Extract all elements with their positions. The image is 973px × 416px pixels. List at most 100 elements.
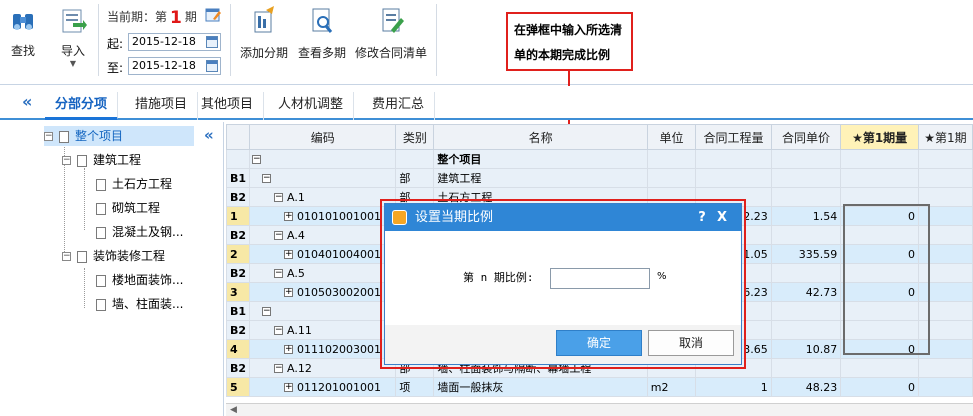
- column-header[interactable]: 单位: [646, 124, 697, 150]
- tree-node-concrete[interactable]: 混凝土及钢...: [96, 222, 183, 242]
- tree-node-masonry[interactable]: 砌筑工程: [96, 198, 160, 218]
- cell-contract-price[interactable]: [770, 301, 842, 321]
- cell-code[interactable]: −: [249, 168, 397, 188]
- cell-contract-price[interactable]: 10.87: [770, 339, 842, 359]
- cell-type[interactable]: 项: [395, 377, 435, 397]
- help-icon[interactable]: ?: [695, 204, 709, 231]
- cell-code[interactable]: +011201001001: [249, 377, 397, 397]
- cell-contract-price[interactable]: [770, 149, 842, 169]
- column-header[interactable]: 类别: [395, 124, 435, 150]
- cell-code[interactable]: − A.5: [249, 263, 397, 283]
- collapse-icon[interactable]: −: [44, 132, 53, 141]
- tree-node-earth[interactable]: 土石方工程: [96, 174, 172, 194]
- row-number[interactable]: 5: [226, 377, 251, 397]
- cell-code[interactable]: − A.4: [249, 225, 397, 245]
- collapse-icon[interactable]: −: [274, 193, 284, 202]
- cell-period1[interactable]: [917, 244, 973, 264]
- cell-period1-qty[interactable]: [840, 168, 919, 188]
- collapse-icon[interactable]: −: [274, 364, 284, 373]
- table-row[interactable]: 5 +011201001001 项墙面一般抹灰 m2 1 48.23 0: [226, 377, 973, 397]
- cell-unit[interactable]: m2: [646, 377, 697, 397]
- cell-period1[interactable]: [917, 301, 973, 321]
- cell-period1[interactable]: [917, 358, 973, 378]
- cell-contract-price[interactable]: [770, 187, 842, 207]
- cell-period1-qty[interactable]: [840, 320, 919, 340]
- cell-contract-qty[interactable]: [695, 168, 772, 188]
- tab-other[interactable]: 其他项目: [191, 92, 265, 120]
- cell-period1[interactable]: [917, 377, 973, 397]
- cell-contract-price[interactable]: [770, 168, 842, 188]
- cell-period1-qty[interactable]: 0: [840, 206, 919, 226]
- cell-period1-qty[interactable]: 0: [840, 377, 919, 397]
- expand-icon[interactable]: +: [284, 383, 294, 392]
- cell-period1-qty[interactable]: [840, 358, 919, 378]
- cell-contract-price[interactable]: 48.23: [770, 377, 842, 397]
- calendar-icon[interactable]: [206, 60, 218, 72]
- expand-icon[interactable]: +: [284, 250, 294, 259]
- expand-icon[interactable]: +: [284, 345, 294, 354]
- cell-period1-qty[interactable]: [840, 263, 919, 283]
- column-header[interactable]: 合同工程量: [695, 124, 772, 150]
- cell-name[interactable]: 整个项目: [433, 149, 648, 169]
- collapse-icon[interactable]: −: [62, 252, 71, 261]
- cell-period1-qty[interactable]: [840, 149, 919, 169]
- cell-code[interactable]: − A.12: [249, 358, 397, 378]
- cell-name[interactable]: 建筑工程: [433, 168, 648, 188]
- cell-unit[interactable]: [646, 168, 697, 188]
- add-period-button[interactable]: 添加分期: [236, 6, 292, 61]
- table-row[interactable]: B1 − 部 建筑工程: [226, 168, 973, 188]
- cell-code[interactable]: +010503002001: [249, 282, 397, 302]
- period-edit-icon[interactable]: [205, 6, 221, 22]
- cell-contract-price[interactable]: 42.73: [770, 282, 842, 302]
- table-row[interactable]: − 整个项目: [226, 149, 973, 169]
- double-chevron-left-icon[interactable]: «: [204, 126, 214, 144]
- cell-contract-price[interactable]: [770, 358, 842, 378]
- collapse-icon[interactable]: −: [262, 174, 272, 183]
- scroll-left-icon[interactable]: ◀: [230, 405, 237, 415]
- edit-contract-list-button[interactable]: 修改合同清单: [352, 6, 430, 61]
- cell-period1[interactable]: [917, 282, 973, 302]
- cell-period1[interactable]: [917, 187, 973, 207]
- cell-period1[interactable]: [917, 320, 973, 340]
- collapse-icon[interactable]: −: [262, 307, 272, 316]
- collapse-icon[interactable]: −: [62, 156, 71, 165]
- row-number[interactable]: [226, 149, 251, 169]
- cell-contract-price[interactable]: 335.59: [770, 244, 842, 264]
- row-number[interactable]: B1: [226, 168, 251, 188]
- row-number[interactable]: B2: [226, 320, 251, 340]
- tab-items[interactable]: 分部分项: [45, 92, 119, 120]
- horizontal-scrollbar[interactable]: ◀: [226, 403, 973, 416]
- expand-icon[interactable]: +: [284, 288, 294, 297]
- calendar-icon[interactable]: [206, 36, 218, 48]
- tree-node-floor[interactable]: 楼地面装饰...: [96, 270, 183, 290]
- row-number[interactable]: B2: [226, 358, 251, 378]
- tree-node-wall[interactable]: 墙、柱面装...: [96, 294, 183, 314]
- cell-period1[interactable]: [917, 339, 973, 359]
- cell-contract-price[interactable]: 1.54: [770, 206, 842, 226]
- cell-period1-qty[interactable]: [840, 301, 919, 321]
- cell-code[interactable]: −: [249, 149, 397, 169]
- cell-contract-price[interactable]: [770, 320, 842, 340]
- cancel-button[interactable]: 取消: [648, 330, 734, 356]
- cell-period1[interactable]: [917, 168, 973, 188]
- column-header-period1[interactable]: ★第1期: [917, 124, 973, 150]
- cell-period1-qty[interactable]: 0: [840, 244, 919, 264]
- row-number[interactable]: 3: [226, 282, 251, 302]
- find-button[interactable]: 查找: [6, 8, 40, 59]
- collapse-icon[interactable]: −: [274, 269, 284, 278]
- tab-cost-summary[interactable]: 费用汇总: [362, 92, 436, 120]
- row-number[interactable]: 1: [226, 206, 251, 226]
- cell-type[interactable]: 部: [395, 168, 435, 188]
- row-number[interactable]: B2: [226, 187, 251, 207]
- cell-period1[interactable]: [917, 206, 973, 226]
- period-ratio-input[interactable]: [550, 268, 650, 289]
- cell-period1-qty[interactable]: 0: [840, 339, 919, 359]
- row-number[interactable]: B1: [226, 301, 251, 321]
- cell-unit[interactable]: [646, 149, 697, 169]
- end-date-field[interactable]: 2015-12-18: [128, 57, 221, 75]
- cell-period1[interactable]: [917, 225, 973, 245]
- row-number[interactable]: B2: [226, 225, 251, 245]
- cell-code[interactable]: −: [249, 301, 397, 321]
- collapse-icon[interactable]: −: [274, 231, 284, 240]
- row-number[interactable]: B2: [226, 263, 251, 283]
